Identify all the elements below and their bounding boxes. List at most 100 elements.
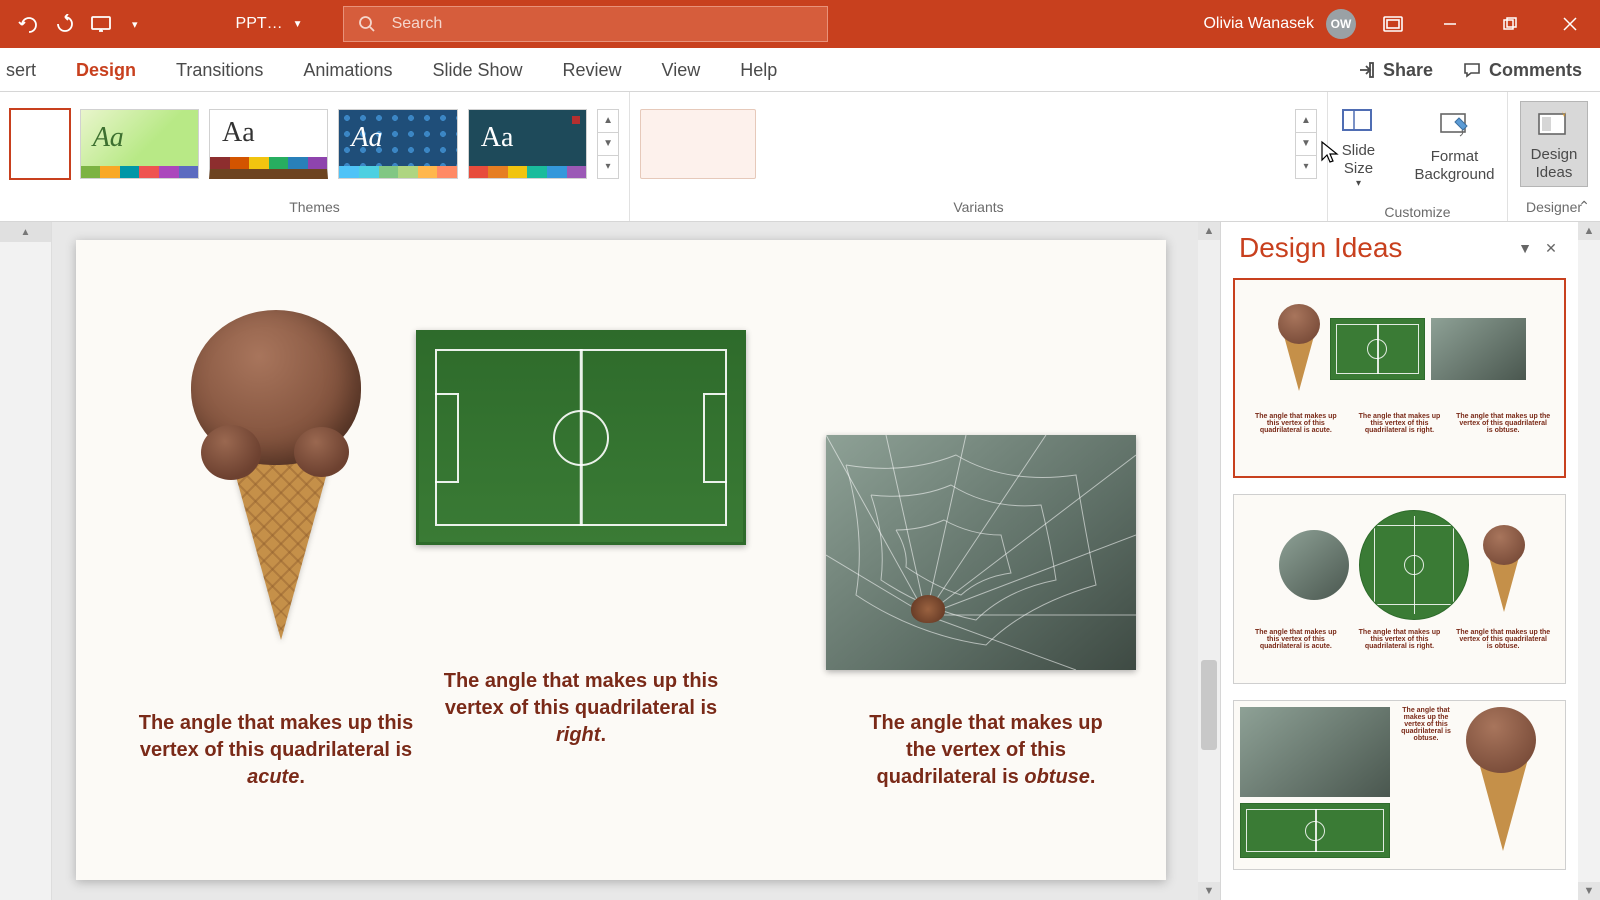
variant-option[interactable]	[640, 109, 756, 179]
avatar: OW	[1326, 9, 1356, 39]
mini-caption: The angle that makes up the vertex of th…	[1456, 629, 1551, 650]
chevron-up-icon[interactable]: ▲	[1296, 110, 1316, 133]
theme-option-3[interactable]: Aa	[338, 109, 457, 179]
chevron-down-icon: ▼	[293, 19, 303, 30]
search-box[interactable]: Search	[343, 6, 828, 42]
chevron-down-icon[interactable]: ▼	[1198, 882, 1220, 900]
window-controls	[1420, 0, 1600, 48]
ribbon-display-icon[interactable]	[1382, 13, 1404, 35]
chevron-up-icon[interactable]: ▲	[1578, 222, 1600, 240]
slide-size-icon	[1340, 102, 1376, 138]
mini-cone-icon	[1479, 525, 1521, 605]
chevron-down-icon[interactable]: ▼	[598, 133, 618, 156]
tab-design[interactable]: Design	[56, 50, 156, 91]
document-title[interactable]: PPT… ▼	[236, 15, 303, 33]
mini-web-icon	[1279, 530, 1349, 600]
design-ideas-pane: Design Ideas ▼ ✕ The angle that makes up…	[1220, 222, 1600, 900]
mini-caption: The angle that makes up this vertex of t…	[1248, 413, 1343, 434]
tab-slideshow[interactable]: Slide Show	[412, 50, 542, 91]
ribbon-tabs: sert Design Transitions Animations Slide…	[0, 48, 1600, 92]
image-spider-web[interactable]	[826, 435, 1136, 670]
mini-cone-icon	[1274, 304, 1324, 394]
image-ice-cream-cone[interactable]	[156, 310, 396, 660]
tab-view[interactable]: View	[642, 50, 721, 91]
tab-transitions[interactable]: Transitions	[156, 50, 283, 91]
close-icon[interactable]: ✕	[1538, 240, 1564, 257]
chevron-up-icon[interactable]: ▲	[1198, 222, 1220, 240]
close-button[interactable]	[1540, 0, 1600, 48]
chevron-down-icon[interactable]: ▼	[1578, 882, 1600, 900]
scrollbar-thumb[interactable]	[1201, 660, 1217, 750]
themes-more[interactable]: ▲ ▼ ▾	[597, 109, 619, 179]
image-soccer-field[interactable]	[416, 330, 746, 545]
share-button[interactable]: Share	[1357, 60, 1433, 81]
undo-icon[interactable]	[18, 13, 40, 35]
collapse-ribbon-icon[interactable]: ⌃	[1578, 198, 1590, 215]
design-idea-2[interactable]: The angle that makes up this vertex of t…	[1233, 494, 1566, 684]
theme-option-1[interactable]: Aa	[80, 109, 199, 179]
theme-sample-text: Aa	[339, 110, 456, 166]
mini-caption: The angle that makes up the vertex of th…	[1456, 413, 1551, 434]
design-idea-1[interactable]: The angle that makes up this vertex of t…	[1233, 278, 1566, 478]
pane-menu-icon[interactable]: ▼	[1512, 240, 1538, 256]
variants-group-label: Variants	[630, 195, 1327, 221]
caption-obtuse[interactable]: The angle that makes up the vertex of th…	[856, 710, 1116, 791]
format-bg-label: Format Background	[1414, 148, 1494, 184]
slide-size-button[interactable]: Slide Size ▾	[1330, 98, 1386, 194]
redo-icon[interactable]	[54, 13, 76, 35]
format-bg-icon	[1437, 108, 1473, 144]
mini-caption: The angle that makes up this vertex of t…	[1248, 629, 1343, 650]
tab-animations[interactable]: Animations	[283, 50, 412, 91]
customize-group-label: Customize	[1328, 200, 1507, 226]
design-idea-3[interactable]: The angle that makes up the vertex of th…	[1233, 700, 1566, 870]
chevron-up-icon[interactable]: ▲	[0, 222, 51, 242]
chevron-up-icon[interactable]: ▲	[598, 110, 618, 133]
mini-web-icon	[1431, 318, 1526, 380]
variants-more[interactable]: ▲ ▼ ▾	[1295, 109, 1317, 179]
theme-sample-text: Aa	[469, 110, 586, 166]
slideshow-start-icon[interactable]	[90, 13, 112, 35]
mini-field-icon	[1330, 318, 1425, 380]
caption-acute[interactable]: The angle that makes up this vertex of t…	[136, 710, 416, 791]
user-account[interactable]: Olivia Wanasek OW	[1203, 9, 1356, 39]
comments-button[interactable]: Comments	[1463, 60, 1582, 81]
variants-group: ▲ ▼ ▾ Variants	[630, 92, 1328, 221]
tab-review[interactable]: Review	[543, 50, 642, 91]
format-background-button[interactable]: Format Background	[1404, 104, 1504, 188]
canvas-scrollbar[interactable]: ▲ ▼	[1198, 222, 1220, 900]
share-label: Share	[1383, 60, 1433, 81]
theme-sample-text: Aa	[81, 110, 198, 166]
qat-customize-icon[interactable]: ▾	[126, 18, 138, 31]
theme-current[interactable]	[10, 109, 70, 179]
search-placeholder: Search	[392, 15, 443, 33]
tab-insert[interactable]: sert	[0, 50, 56, 91]
theme-option-4[interactable]: Aa	[468, 109, 587, 179]
search-icon	[358, 15, 376, 33]
ribbon: Aa Aa Aa Aa ▲ ▼ ▾ Themes ▲ ▼ ▾ Variants	[0, 92, 1600, 222]
slide-canvas[interactable]: The angle that makes up this vertex of t…	[76, 240, 1166, 880]
minimize-button[interactable]	[1420, 0, 1480, 48]
mini-field-icon	[1359, 510, 1469, 620]
caption-right[interactable]: The angle that makes up this vertex of t…	[431, 668, 731, 749]
customize-group: Slide Size ▾ Format Background Customize	[1328, 92, 1508, 221]
chevron-down-icon[interactable]: ▼	[1296, 133, 1316, 156]
maximize-button[interactable]	[1480, 0, 1540, 48]
mini-caption: The angle that makes up this vertex of t…	[1352, 413, 1447, 434]
comments-label: Comments	[1489, 60, 1582, 81]
slide-size-label: Slide Size	[1342, 142, 1375, 177]
design-ideas-button[interactable]: Design Ideas	[1520, 101, 1589, 187]
theme-option-2[interactable]: Aa	[209, 109, 328, 179]
pane-scrollbar[interactable]: ▲ ▼	[1578, 222, 1600, 900]
design-ideas-icon	[1536, 106, 1572, 142]
themes-group-label: Themes	[0, 195, 629, 221]
slide-thumbnails-rail[interactable]: ▲	[0, 222, 52, 900]
comment-icon	[1463, 61, 1481, 79]
share-icon	[1357, 61, 1375, 79]
workspace: ▲	[0, 222, 1600, 900]
mini-caption: The angle that makes up the vertex of th…	[1396, 707, 1456, 742]
document-name-text: PPT…	[236, 15, 283, 33]
mini-web-icon	[1240, 707, 1390, 797]
tab-help[interactable]: Help	[720, 50, 797, 91]
expand-icon[interactable]: ▾	[1296, 156, 1316, 178]
expand-icon[interactable]: ▾	[598, 156, 618, 178]
